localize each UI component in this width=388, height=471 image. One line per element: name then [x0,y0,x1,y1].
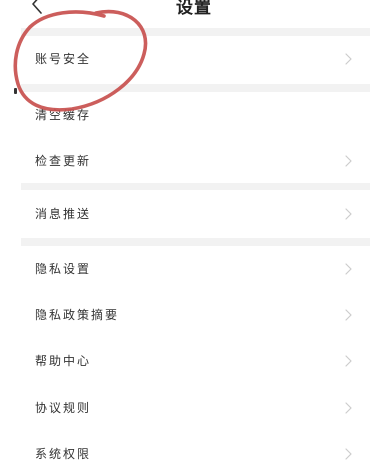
chevron-right-icon [344,155,352,167]
settings-item-label: 隐私设置 [35,262,92,276]
settings-item-label: 系统权限 [35,447,92,461]
settings-item-privacy-settings[interactable]: 隐私设置 [21,246,370,292]
settings-item-label: 协议规则 [35,401,92,415]
settings-item-push-notifications[interactable]: 消息推送 [21,191,370,237]
settings-item-check-update[interactable]: 检查更新 [21,138,370,184]
chevron-right-icon [344,402,352,414]
settings-item-account-security[interactable]: 账号安全 [21,36,370,82]
section-divider [21,84,370,92]
settings-item-label: 清空缓存 [35,108,92,122]
settings-item-system-permissions[interactable]: 系统权限 [21,431,370,471]
section-divider [21,238,370,246]
settings-screen: 设置 账号安全 清空缓存 检查更新 消息推送 隐私设置 隐私政策摘要 帮助中心 … [0,0,388,471]
chevron-right-icon [344,448,352,460]
section-divider [21,28,370,36]
settings-item-label: 帮助中心 [35,354,92,368]
chevron-right-icon [344,263,352,275]
chevron-right-icon [344,309,352,321]
settings-item-clear-cache[interactable]: 清空缓存 [21,92,370,138]
chevron-right-icon [344,355,352,367]
settings-item-help-center[interactable]: 帮助中心 [21,338,370,384]
settings-item-label: 隐私政策摘要 [35,308,120,322]
settings-item-agreement-rules[interactable]: 协议规则 [21,385,370,431]
settings-item-label: 消息推送 [35,207,92,221]
chevron-right-icon [344,53,352,65]
page-title: 设置 [176,0,212,18]
settings-item-privacy-policy-summary[interactable]: 隐私政策摘要 [21,292,370,338]
edge-mark [14,88,17,94]
chevron-right-icon [344,208,352,220]
settings-item-label: 账号安全 [35,52,92,66]
section-divider [21,183,370,190]
nav-header: 设置 [0,0,388,26]
settings-item-label: 检查更新 [35,154,92,168]
